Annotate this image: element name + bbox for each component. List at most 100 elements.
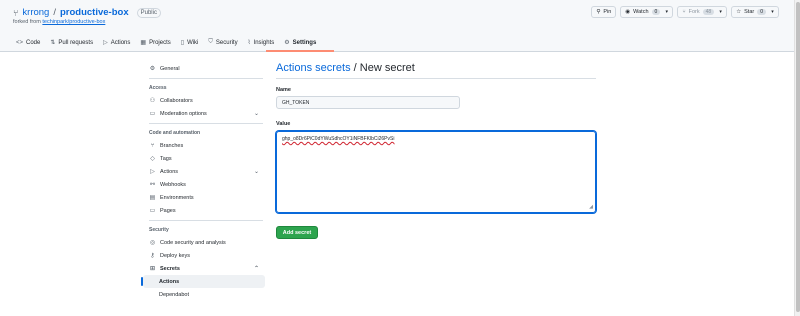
star-icon: ☆ — [736, 9, 742, 15]
add-secret-button[interactable]: Add secret — [276, 226, 318, 239]
page-scrollbar[interactable] — [794, 0, 800, 316]
tab-label: Settings — [292, 39, 317, 46]
sidebar-heading-security: Security — [149, 227, 169, 233]
sidebar-item-environments[interactable]: ▤ Environments — [143, 191, 265, 204]
sidebar-item-pages[interactable]: ▭ Pages — [143, 204, 265, 217]
book-icon: ▯ — [180, 40, 185, 46]
watch-dropdown-button[interactable]: ▾ — [661, 6, 674, 18]
settings-sidebar: ⚙ General Access ⚇ Collaborators ▭ Moder… — [141, 62, 265, 301]
secret-name-value: GH_TOKEN — [282, 99, 310, 106]
sidebar-item-label: Environments — [160, 194, 194, 201]
tab-label: Pull requests — [58, 39, 94, 46]
repo-title: ⑂ krrong / productive-box Public — [13, 7, 161, 18]
sidebar-item-secrets-actions[interactable]: Actions — [141, 275, 265, 288]
sidebar-item-label: Secrets — [160, 265, 180, 272]
breadcrumb-actions-secrets[interactable]: Actions secrets — [276, 62, 351, 74]
repo-actions: ⚲ Pin ◉ Watch 0 ▾ ⑂ Fork 48 ▾ ☆ Star 0 ▾ — [591, 6, 779, 18]
sidebar-item-moderation[interactable]: ▭ Moderation options ⌄ — [143, 107, 265, 120]
chevron-down-icon: ▾ — [719, 9, 722, 15]
secret-name-input[interactable]: GH_TOKEN — [276, 96, 460, 109]
sidebar-item-label: Dependabot — [159, 291, 189, 298]
sidebar-item-webhooks[interactable]: ⚯ Webhooks — [143, 178, 265, 191]
visibility-badge: Public — [136, 7, 161, 18]
fork-label: Fork — [688, 9, 700, 15]
tab-wiki[interactable]: ▯ Wiki — [180, 39, 199, 47]
sidebar-item-general[interactable]: ⚙ General — [143, 62, 265, 75]
sidebar-item-secrets-dependabot[interactable]: Dependabot — [143, 288, 265, 301]
fork-count: 48 — [702, 9, 715, 15]
people-icon: ⚇ — [149, 98, 156, 104]
eye-icon: ◉ — [625, 9, 631, 15]
sidebar-item-label: Tags — [160, 155, 172, 162]
secret-value-textarea[interactable]: ghp_o8Dr6PiC0dYWuSdhcOY1iNFBFKlbCi26PvSi… — [276, 131, 596, 213]
watch-count: 0 — [651, 9, 661, 15]
forked-from-link[interactable]: techinpark/productive-box — [42, 19, 105, 25]
repo-separator: / — [53, 7, 56, 18]
tab-code[interactable]: <> Code — [16, 39, 40, 46]
server-icon: ▤ — [149, 195, 156, 201]
star-dropdown-button[interactable]: ▾ — [767, 6, 779, 18]
sidebar-item-label: Moderation options — [160, 110, 207, 117]
fork-icon: ⑂ — [682, 9, 686, 15]
sidebar-item-label: Actions — [160, 168, 179, 175]
sidebar-heading-access: Access — [149, 85, 167, 91]
tab-label: Code — [26, 39, 41, 46]
sidebar-item-tags[interactable]: ◇ Tags — [143, 152, 265, 165]
sidebar-divider — [149, 123, 263, 124]
key-icon: ⚷ — [150, 253, 155, 259]
page-title-rest: / New secret — [350, 62, 415, 74]
repo-forked-icon: ⑂ — [13, 7, 19, 18]
tab-projects[interactable]: ▦ Projects — [140, 39, 171, 47]
scrollbar-thumb[interactable] — [796, 2, 800, 312]
sidebar-item-label: Webhooks — [160, 181, 186, 188]
sidebar-item-secrets[interactable]: ⊞ Secrets ⌃ — [143, 262, 265, 275]
sidebar-item-label: Actions — [159, 278, 180, 285]
tab-settings[interactable]: ⚙ Settings — [284, 39, 317, 47]
fork-dropdown-button[interactable]: ▾ — [715, 6, 728, 18]
tab-insights[interactable]: ⌇ Insights — [247, 39, 275, 47]
pull-request-icon: ⇅ — [50, 40, 56, 46]
active-tab-underline — [266, 50, 334, 52]
star-button[interactable]: ☆ Star 0 — [731, 6, 771, 18]
table-icon: ▦ — [140, 40, 147, 46]
tab-label: Security — [215, 39, 238, 46]
tab-label: Projects — [149, 39, 171, 46]
branch-icon: ⑂ — [150, 142, 155, 149]
sidebar-divider — [149, 78, 263, 79]
shield-icon: ⛉ — [208, 39, 213, 45]
tab-security[interactable]: ⛉ Security — [208, 39, 237, 46]
sidebar-item-actions[interactable]: ▷ Actions ⌄ — [143, 165, 265, 178]
pin-label: Pin — [603, 9, 612, 15]
graph-icon: ⌇ — [247, 40, 251, 46]
gear-icon: ⚙ — [284, 40, 290, 46]
sidebar-divider — [149, 220, 263, 221]
star-count: 0 — [757, 9, 766, 15]
sidebar-item-label: Code security and analysis — [160, 239, 226, 246]
chevron-down-icon: ▾ — [665, 9, 669, 15]
star-label: Star — [744, 9, 755, 15]
sidebar-item-code-security[interactable]: ◎ Code security and analysis — [143, 236, 265, 249]
repo-name-link[interactable]: productive-box — [60, 7, 129, 18]
watch-button[interactable]: ◉ Watch 0 — [620, 6, 666, 18]
sidebar-item-deploy-keys[interactable]: ⚷ Deploy keys — [143, 249, 265, 262]
resize-grip-icon[interactable]: ◢ — [589, 204, 593, 210]
tab-pull-requests[interactable]: ⇅ Pull requests — [50, 39, 94, 47]
sidebar-item-collaborators[interactable]: ⚇ Collaborators — [143, 94, 265, 107]
page-title: Actions secrets / New secret — [276, 62, 596, 79]
value-label: Value — [276, 121, 291, 127]
sidebar-heading-code: Code and automation — [149, 130, 201, 136]
chevron-up-icon: ⌃ — [253, 266, 259, 272]
sidebar-item-branches[interactable]: ⑂ Branches — [143, 139, 265, 152]
codescan-icon: ◎ — [149, 240, 156, 246]
fork-button[interactable]: ⑂ Fork 48 — [677, 6, 720, 18]
pin-icon: ⚲ — [596, 9, 601, 15]
repo-header: ⑂ krrong / productive-box Public forked … — [0, 0, 800, 52]
pin-button[interactable]: ⚲ Pin — [591, 6, 617, 18]
chevron-down-icon: ⌄ — [253, 169, 259, 175]
tab-actions[interactable]: ▷ Actions — [103, 39, 131, 47]
forked-from-prefix: forked from — [13, 19, 41, 25]
tab-label: Actions — [110, 39, 131, 46]
comment-icon: ▭ — [149, 111, 156, 117]
repo-owner-link[interactable]: krrong — [22, 7, 49, 18]
play-icon: ▷ — [103, 40, 108, 46]
